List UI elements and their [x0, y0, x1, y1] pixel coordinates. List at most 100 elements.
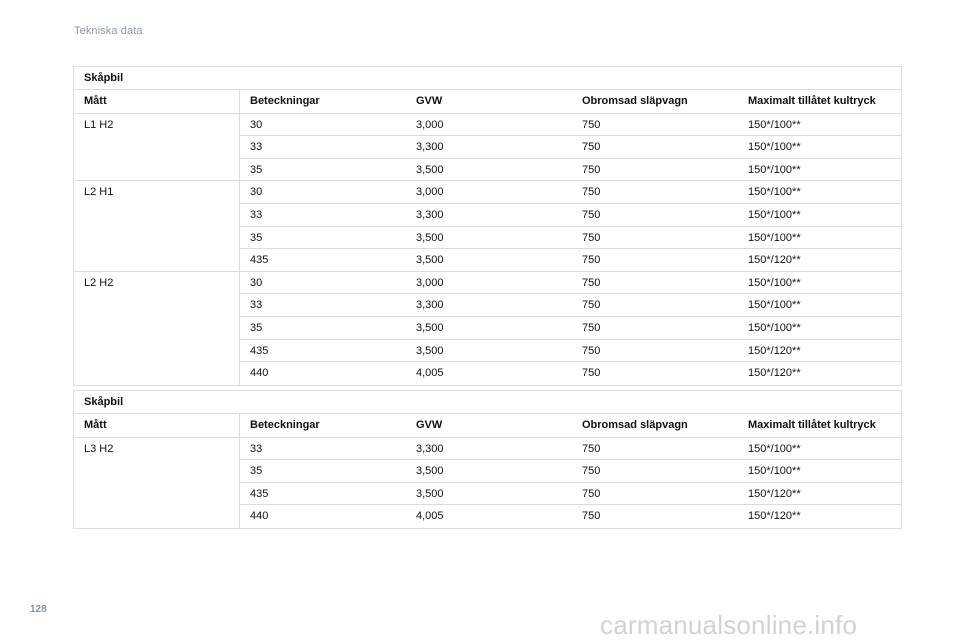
cell-gvw: 4,005	[416, 367, 444, 380]
cell-gvw: 3,500	[406, 317, 572, 340]
column-header-maximalt-kultryck: Maximalt tillåtet kultryck	[748, 95, 876, 107]
cell-gvw: 3,000	[406, 114, 572, 137]
column-header-matt: Mått	[74, 90, 240, 113]
cell-gvw: 3,300	[406, 438, 572, 461]
cell-beteckningar: 35	[240, 317, 406, 340]
cell-gvw: 3,300	[406, 294, 572, 317]
cell-gvw: 3,500	[406, 159, 572, 182]
table-row: 33 3,300 750 150*/100**	[74, 203, 901, 227]
column-header-beteckningar: Beteckningar	[250, 419, 320, 431]
cell-matt: L3 H2	[74, 437, 240, 461]
cell-gvw: 3,000	[406, 181, 572, 204]
cell-beteckningar: 30	[240, 181, 406, 204]
column-header-obromsad-slapvagn: Obromsad släpvagn	[582, 419, 688, 431]
table-row: 435 3,500 750 150*/120**	[74, 249, 901, 272]
cell-kultryck: 150*/100**	[738, 204, 901, 227]
cell-kultryck: 150*/120**	[738, 249, 901, 272]
cell-obromsad-slapvagn: 750	[572, 272, 738, 295]
cell-matt	[74, 460, 240, 483]
cell-matt	[74, 339, 240, 363]
cell-beteckningar: 440	[250, 510, 269, 523]
cell-kultryck: 150*/100**	[738, 272, 901, 295]
cell-beteckningar: 440	[250, 367, 269, 380]
page-number: 128	[30, 604, 47, 615]
table-body: L3 H2 33 3,300 750 150*/100** 35 3,500 750 150*/…	[74, 437, 901, 528]
cell-matt	[74, 362, 240, 385]
table-row: 35 3,500 750 150*/100**	[74, 226, 901, 250]
cell-kultryck: 150*/120**	[748, 367, 801, 380]
cell-gvw: 3,500	[406, 460, 572, 483]
cell-kultryck: 150*/100**	[738, 438, 901, 461]
table-row: 33 3,300 750 150*/100**	[74, 294, 901, 317]
cell-obromsad-slapvagn: 750	[572, 317, 738, 340]
cell-matt: L2 H1	[74, 181, 240, 204]
cell-obromsad-slapvagn: 750	[572, 460, 738, 483]
cell-beteckningar: 33	[240, 294, 406, 317]
page-header-title: Tekniska data	[74, 25, 143, 37]
cell-beteckningar: 35	[240, 159, 406, 182]
cell-obromsad-slapvagn: 750	[572, 340, 738, 363]
table-row: 35 3,500 750 150*/100**	[74, 158, 901, 182]
column-header-matt: Mått	[74, 414, 240, 437]
cell-obromsad-slapvagn: 750	[572, 136, 738, 159]
cell-gvw: 3,500	[406, 249, 572, 272]
cell-matt: L2 H2	[74, 271, 240, 295]
cell-kultryck: 150*/100**	[738, 294, 901, 317]
cell-beteckningar: 35	[240, 227, 406, 250]
column-header-gvw: GVW	[416, 419, 443, 431]
cell-obromsad-slapvagn: 750	[572, 438, 738, 461]
cell-kultryck: 150*/120**	[738, 483, 901, 506]
column-header-obromsad-slapvagn: Obromsad släpvagn	[582, 95, 688, 107]
cell-kultryck: 150*/100**	[738, 159, 901, 182]
cell-kultryck: 150*/120**	[738, 340, 901, 363]
table-body: L1 H2 30 3,000 750 150*/100** 33 3,300 750 150*/…	[74, 113, 901, 385]
cell-beteckningar: 30	[240, 272, 406, 295]
cell-gvw: 4,005	[416, 510, 444, 523]
cell-matt	[74, 482, 240, 506]
cell-gvw: 3,300	[406, 136, 572, 159]
cell-kultryck: 150*/100**	[738, 136, 901, 159]
cell-obromsad-slapvagn: 750	[572, 181, 738, 204]
cell-beteckningar: 435	[240, 249, 406, 272]
cell-matt	[74, 136, 240, 159]
table-row: 35 3,500 750 150*/100**	[74, 460, 901, 483]
cell-obromsad-slapvagn: 750	[582, 367, 601, 380]
table-row: 435 3,500 750 150*/120**	[74, 339, 901, 363]
watermark: carmanualsonline.info	[600, 610, 858, 640]
column-header-maximalt-kultryck: Maximalt tillåtet kultryck	[748, 419, 876, 431]
cell-kultryck: 150*/100**	[738, 227, 901, 250]
cell-kultryck: 150*/100**	[738, 181, 901, 204]
table-caption: Skåpbil	[74, 391, 901, 414]
spec-table-1: Skåpbil Mått Beteckningar GVW Obromsad s…	[73, 66, 902, 386]
cell-matt	[74, 294, 240, 317]
cell-gvw: 3,000	[406, 272, 572, 295]
spec-table-2: Skåpbil Mått Beteckningar GVW Obromsad s…	[73, 390, 902, 529]
cell-matt	[74, 316, 240, 340]
cell-matt	[74, 249, 240, 272]
cell-beteckningar: 33	[240, 136, 406, 159]
cell-beteckningar: 435	[240, 340, 406, 363]
table-row: 440 4,005 750 150*/120**	[74, 362, 901, 385]
table-row: 440 4,005 750 150*/120**	[74, 505, 901, 528]
table-caption: Skåpbil	[74, 67, 901, 90]
table-row: L2 H1 30 3,000 750 150*/100**	[74, 181, 901, 204]
table-row: 33 3,300 750 150*/100**	[74, 136, 901, 159]
cell-obromsad-slapvagn: 750	[572, 294, 738, 317]
cell-obromsad-slapvagn: 750	[572, 159, 738, 182]
cell-beteckningar: 30	[240, 114, 406, 137]
cell-beteckningar: 33	[240, 204, 406, 227]
cell-matt	[74, 203, 240, 227]
cell-obromsad-slapvagn: 750	[572, 483, 738, 506]
table-row: 435 3,500 750 150*/120**	[74, 482, 901, 506]
cell-kultryck: 150*/120**	[748, 510, 801, 523]
cell-obromsad-slapvagn: 750	[572, 114, 738, 137]
cell-obromsad-slapvagn: 750	[572, 204, 738, 227]
table-row: L2 H2 30 3,000 750 150*/100**	[74, 271, 901, 295]
cell-matt	[74, 226, 240, 250]
cell-beteckningar: 35	[240, 460, 406, 483]
cell-gvw: 3,500	[406, 340, 572, 363]
cell-kultryck: 150*/100**	[738, 317, 901, 340]
cell-obromsad-slapvagn: 750	[572, 249, 738, 272]
cell-matt: L1 H2	[74, 113, 240, 137]
table-header-row: Mått Beteckningar GVW Obromsad släpvagn …	[74, 414, 901, 438]
